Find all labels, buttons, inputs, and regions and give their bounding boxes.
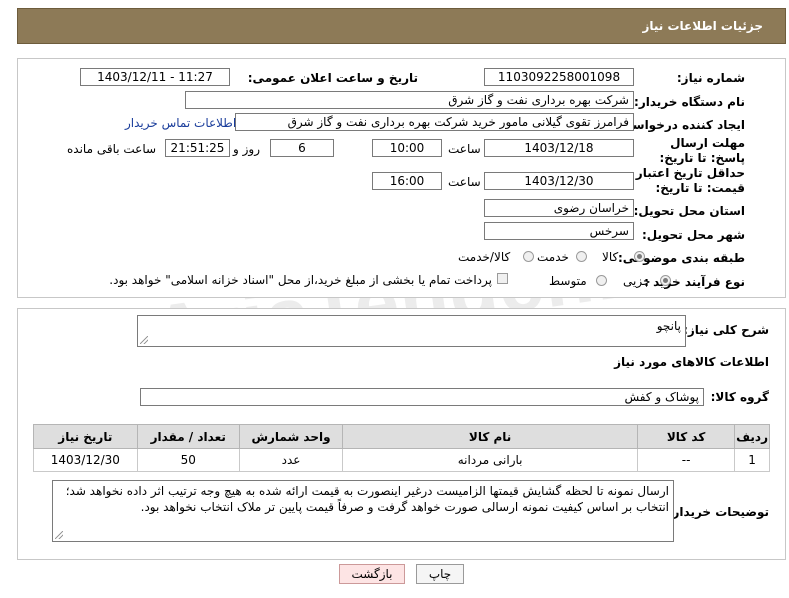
process-radio-minor[interactable] bbox=[660, 275, 671, 286]
days-label: روز و bbox=[233, 142, 260, 156]
category-radio-both[interactable] bbox=[523, 251, 534, 262]
category-option-goods: کالا bbox=[602, 250, 619, 264]
deadline-date-field: 1403/12/18 bbox=[484, 139, 634, 157]
buyer-org-field: شرکت بهره برداری نفت و گاز شرق bbox=[185, 91, 634, 109]
need-number-label: شماره نیاز: bbox=[676, 71, 745, 85]
deadline-time-label: ساعت bbox=[448, 142, 481, 156]
col-name: نام کالا bbox=[342, 424, 639, 449]
goods-group-label: گروه کالا: bbox=[710, 390, 769, 404]
province-field: خراسان رضوی bbox=[484, 199, 634, 217]
deadline-time-field: 10:00 bbox=[372, 139, 442, 157]
description-textarea[interactable]: پانچو bbox=[137, 315, 686, 347]
process-option-minor: جزیی bbox=[623, 274, 651, 288]
remaining-time-field: 21:51:25 bbox=[165, 139, 230, 157]
need-number-field: 1103092258001098 bbox=[484, 68, 634, 86]
col-row: ردیف bbox=[734, 424, 770, 449]
cell-quantity: 50 bbox=[136, 448, 240, 472]
resize-handle-icon[interactable] bbox=[55, 531, 63, 539]
description-text: پانچو bbox=[656, 319, 681, 333]
buyer-org-label: نام دستگاه خریدار: bbox=[634, 95, 745, 109]
page-header: جزئیات اطلاعات نیاز bbox=[17, 8, 786, 44]
validity-time-field: 16:00 bbox=[372, 172, 442, 190]
col-need-date: تاریخ نیاز bbox=[33, 424, 138, 449]
goods-table: ردیف کد کالا نام کالا واحد شمارش تعداد /… bbox=[33, 424, 770, 472]
description-label: شرح کلی نیاز: bbox=[683, 323, 769, 337]
validity-time-label: ساعت bbox=[448, 175, 481, 189]
goods-section-title: اطلاعات کالاهای مورد نیاز bbox=[614, 355, 769, 369]
cell-need-date: 1403/12/30 bbox=[33, 448, 138, 472]
category-option-both: کالا/خدمت bbox=[458, 250, 511, 264]
contact-buyer-link[interactable]: اطلاعات تماس خریدار bbox=[125, 116, 236, 130]
remaining-label: ساعت باقی مانده bbox=[67, 142, 157, 156]
table-row: 1 -- بارانی مردانه عدد 50 1403/12/30 bbox=[33, 448, 770, 472]
validity-date-field: 1403/12/30 bbox=[484, 172, 634, 190]
treasury-payment-checkbox[interactable] bbox=[497, 273, 508, 284]
print-button[interactable]: چاپ bbox=[416, 564, 464, 584]
cell-name: بارانی مردانه bbox=[342, 448, 639, 472]
category-option-service: خدمت bbox=[537, 250, 569, 264]
validity-label: حداقل تاریخ اعتبار قیمت: تا تاریخ: bbox=[635, 166, 745, 195]
cell-code: -- bbox=[637, 448, 736, 472]
col-code: کد کالا bbox=[637, 424, 736, 449]
buyer-notes-label: توضیحات خریدار: bbox=[667, 505, 769, 519]
process-option-medium: متوسط bbox=[549, 274, 587, 288]
col-quantity: تعداد / مقدار bbox=[136, 424, 240, 449]
process-radio-medium[interactable] bbox=[596, 275, 607, 286]
col-unit: واحد شمارش bbox=[238, 424, 344, 449]
announce-label: تاریخ و ساعت اعلان عمومی: bbox=[247, 71, 418, 85]
buyer-notes-textarea[interactable]: ارسال نمونه تا لحظه گشایش قیمتها الزامیس… bbox=[52, 480, 674, 542]
cell-row: 1 bbox=[734, 448, 770, 472]
page-title: جزئیات اطلاعات نیاز bbox=[642, 19, 763, 33]
cell-unit: عدد bbox=[238, 448, 344, 472]
province-label: استان محل تحویل: bbox=[633, 204, 745, 218]
announce-field: 1403/12/11 - 11:27 bbox=[80, 68, 230, 86]
goods-group-field: پوشاک و کفش bbox=[140, 388, 704, 406]
back-button[interactable]: بازگشت bbox=[339, 564, 405, 584]
goods-table-header: ردیف کد کالا نام کالا واحد شمارش تعداد /… bbox=[33, 424, 770, 449]
treasury-payment-note: پرداخت تمام یا بخشی از مبلغ خرید،از محل … bbox=[109, 273, 492, 287]
resize-handle-icon[interactable] bbox=[140, 336, 148, 344]
creator-field: فرامرز تقوی گیلانی مامور خرید شرکت بهره … bbox=[235, 113, 634, 131]
buyer-notes-text: ارسال نمونه تا لحظه گشایش قیمتها الزامیس… bbox=[65, 484, 669, 514]
city-label: شهر محل تحویل: bbox=[641, 228, 745, 242]
city-field: سرخس bbox=[484, 222, 634, 240]
category-radio-service[interactable] bbox=[576, 251, 587, 262]
deadline-label: مهلت ارسال پاسخ: تا تاریخ: bbox=[659, 136, 746, 165]
category-radio-goods[interactable] bbox=[634, 251, 645, 262]
days-remaining-field: 6 bbox=[270, 139, 334, 157]
creator-label: ایجاد کننده درخواست: bbox=[615, 118, 745, 132]
